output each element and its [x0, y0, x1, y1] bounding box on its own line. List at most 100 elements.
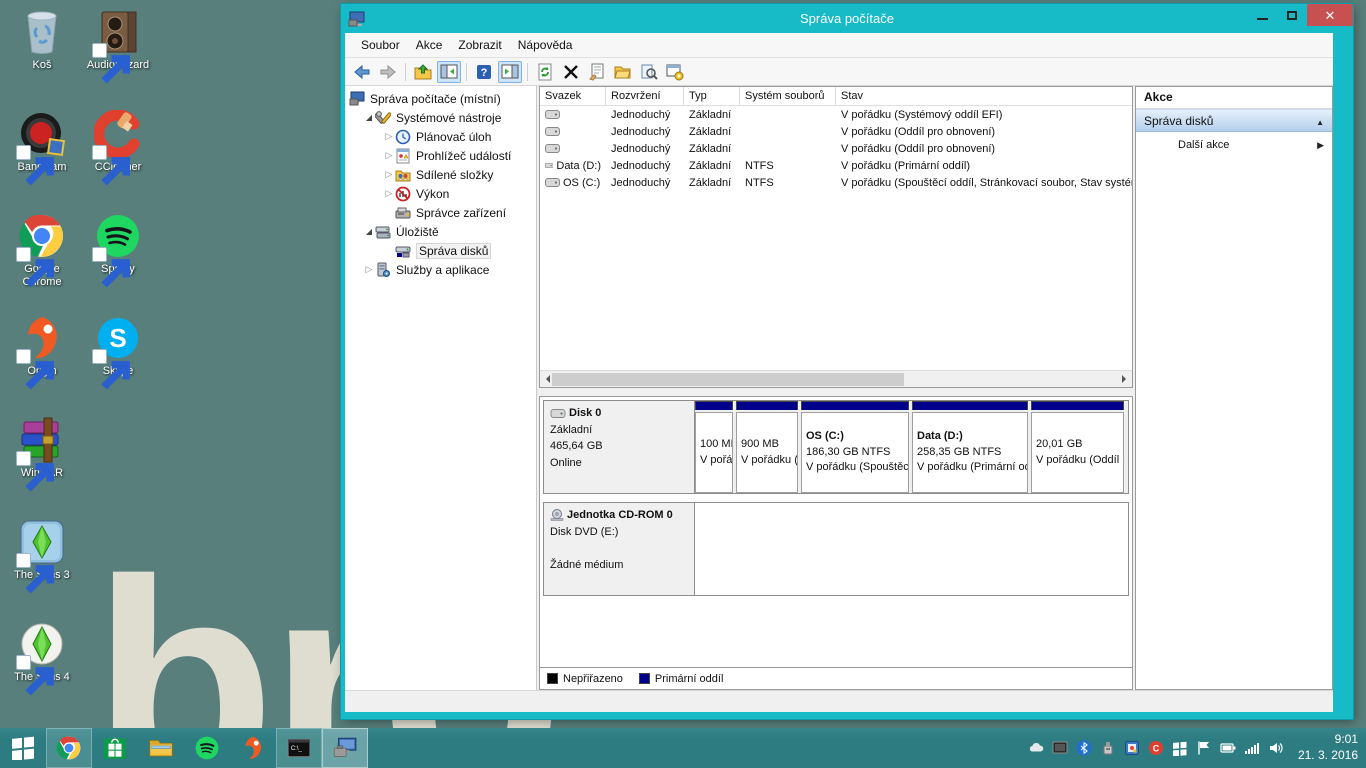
horizontal-scrollbar[interactable] [540, 370, 1132, 387]
tree-item-shared-folders[interactable]: Sdílené složky [345, 165, 536, 184]
onedrive-cloud-icon[interactable] [1028, 740, 1045, 757]
column-header[interactable]: Rozvržení [606, 87, 684, 105]
collapsed-arrow-icon[interactable] [383, 131, 395, 142]
column-header[interactable]: Systém souborů [740, 87, 836, 105]
actions-group-disk-management[interactable]: Správa disků [1136, 109, 1332, 132]
taskbar-store[interactable] [92, 728, 138, 768]
windows-flag-icon[interactable] [1172, 740, 1189, 757]
expanded-arrow-icon[interactable] [363, 227, 375, 236]
tree-item-storage[interactable]: Úložiště [345, 222, 536, 241]
menu-napoveda[interactable]: Nápověda [510, 34, 581, 56]
taskbar-command-prompt[interactable]: C:\_ [276, 728, 322, 768]
usb-icon[interactable] [1100, 740, 1117, 757]
column-header[interactable]: Typ [684, 87, 740, 105]
back-icon[interactable] [350, 61, 374, 83]
actions-pane: Akce Správa disků Další akce [1135, 86, 1333, 690]
tree-item-system-tools[interactable]: Systémové nástroje [345, 108, 536, 127]
collapse-group-icon[interactable] [1316, 114, 1324, 128]
disk-0-info[interactable]: Disk 0 Základní 465,64 GB Online [543, 400, 695, 494]
folder-up-icon[interactable] [411, 61, 435, 83]
desktop-icon-chrome[interactable]: Google Chrome [4, 212, 80, 314]
collapsed-arrow-icon[interactable] [383, 188, 395, 199]
bluetooth-icon[interactable] [1076, 740, 1093, 757]
collapsed-arrow-icon[interactable] [383, 169, 395, 180]
partition-data-d[interactable]: Data (D:)258,35 GB NTFSV pořádku (Primár… [912, 401, 1028, 493]
taskbar-spotify[interactable] [184, 728, 230, 768]
maximize-button[interactable] [1277, 4, 1307, 26]
minimize-button[interactable] [1247, 4, 1277, 26]
help-icon[interactable]: ? [472, 61, 496, 83]
volume-row[interactable]: Jednoduchý Základní V pořádku (Systémový… [540, 106, 1132, 123]
scrollbar-thumb[interactable] [552, 373, 904, 386]
column-header[interactable]: Svazek [540, 87, 606, 105]
pane-splitter-horizontal[interactable] [539, 388, 1133, 396]
tree-item-task-scheduler[interactable]: Plánovač úloh [345, 127, 536, 146]
taskbar-origin[interactable] [230, 728, 276, 768]
properties-icon[interactable] [585, 61, 609, 83]
expanded-arrow-icon[interactable] [363, 113, 375, 122]
desktop-icon-ccleaner[interactable]: CCleaner [80, 110, 156, 212]
column-header[interactable]: Stav [836, 87, 1132, 105]
scroll-right-icon[interactable] [1122, 375, 1130, 383]
actions-header: Akce [1136, 87, 1332, 109]
help-topics-icon[interactable] [663, 61, 687, 83]
menu-akce[interactable]: Akce [408, 34, 451, 56]
desktop-icon-bandicam[interactable]: Bandicam [4, 110, 80, 212]
cdrom-info[interactable]: Jednotka CD-ROM 0 Disk DVD (E:) Žádné mé… [543, 502, 695, 596]
cdrom-media-area[interactable] [695, 502, 1129, 596]
find-icon[interactable] [637, 61, 661, 83]
start-button[interactable] [0, 728, 46, 768]
desktop-icon-skype[interactable]: S Skype [80, 314, 156, 416]
partition-os-c[interactable]: OS (C:)186,30 GB NTFSV pořádku (Spouštěc… [801, 401, 909, 493]
partition-recovery-2[interactable]: 20,01 GBV pořádku (Oddíl pro obnovení) [1031, 401, 1124, 493]
collapsed-arrow-icon[interactable] [383, 150, 395, 161]
volume-icon [545, 161, 553, 170]
display-icon[interactable] [1052, 740, 1069, 757]
flag-icon[interactable] [1196, 740, 1213, 757]
tree-item-event-viewer[interactable]: Prohlížeč událostí [345, 146, 536, 165]
desktop-icon-sims3[interactable]: The Sims 3 [4, 518, 80, 620]
desktop-icon-spotify[interactable]: Spotify [80, 212, 156, 314]
volume-row[interactable]: Jednoduchý Základní V pořádku (Oddíl pro… [540, 140, 1132, 157]
close-button[interactable]: ✕ [1307, 4, 1353, 26]
delete-icon[interactable] [559, 61, 583, 83]
open-folder-icon[interactable] [611, 61, 635, 83]
shortcut-arrow-icon [16, 451, 31, 466]
battery-icon[interactable] [1220, 740, 1237, 757]
volume-row[interactable]: OS (C:) Jednoduchý Základní NTFS V pořád… [540, 174, 1132, 191]
action-pane-toggle-icon[interactable] [498, 61, 522, 83]
titlebar[interactable]: Správa počítače ✕ [341, 4, 1353, 33]
tree-item-device-manager[interactable]: Správce zařízení [345, 203, 536, 222]
tree-item-services[interactable]: Služby a aplikace [345, 260, 536, 279]
volume-icon [545, 144, 560, 153]
desktop-icon-sims4[interactable]: The Sims 4 [4, 620, 80, 722]
tree-item-disk-management[interactable]: Správa disků [345, 241, 536, 260]
tree-item-performance[interactable]: Výkon [345, 184, 536, 203]
utility-icon[interactable] [1124, 740, 1141, 757]
taskbar-computer-management[interactable] [322, 728, 368, 768]
console-tree-toggle-icon[interactable] [437, 61, 461, 83]
actions-more-actions[interactable]: Další akce [1136, 132, 1332, 158]
scroll-left-icon[interactable] [542, 375, 550, 383]
collapsed-arrow-icon[interactable] [363, 264, 375, 275]
desktop-icon-origin[interactable]: Origin [4, 314, 80, 416]
volume-row[interactable]: Data (D:) Jednoduchý Základní NTFS V poř… [540, 157, 1132, 174]
ccleaner-tray-icon[interactable]: C [1148, 740, 1165, 757]
desktop-icon-audiowizard[interactable]: AudioWizard [80, 8, 156, 110]
partition-efi[interactable]: 100 MBV pořádku (Systémový oddíl EFI) [695, 401, 733, 493]
taskbar-file-explorer[interactable] [138, 728, 184, 768]
desktop-icon-winrar[interactable]: WinRAR [4, 416, 80, 518]
refresh-icon[interactable] [533, 61, 557, 83]
menu-soubor[interactable]: Soubor [353, 34, 408, 56]
clock[interactable]: 9:01 21. 3. 2016 [1298, 732, 1358, 763]
desktop-icon-recycle-bin[interactable]: Koš [4, 8, 80, 110]
volume-icon [545, 110, 560, 119]
volume-icon[interactable] [1268, 740, 1285, 757]
partition-recovery-1[interactable]: 900 MBV pořádku (Oddíl pro obnovení) [736, 401, 798, 493]
volume-row[interactable]: Jednoduchý Základní V pořádku (Oddíl pro… [540, 123, 1132, 140]
network-icon[interactable] [1244, 740, 1261, 757]
taskbar-chrome[interactable] [46, 728, 92, 768]
menu-zobrazit[interactable]: Zobrazit [450, 34, 509, 56]
forward-icon[interactable] [376, 61, 400, 83]
tree-item-computer-management[interactable]: Správa počítače (místní) [345, 89, 536, 108]
